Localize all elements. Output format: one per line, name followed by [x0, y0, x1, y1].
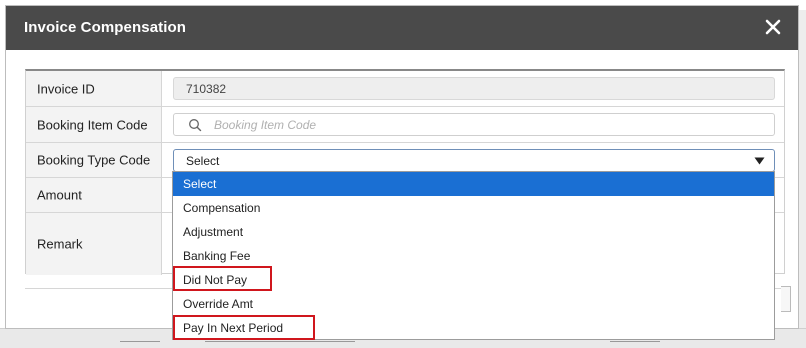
- footer-button-fragment[interactable]: [781, 286, 791, 312]
- form-row-booking-item-code: Booking Item Code Booking Item Code: [26, 107, 784, 143]
- search-icon: [189, 119, 202, 132]
- form-row-invoice-id: Invoice ID 710382: [26, 71, 784, 107]
- dialog-title: Invoice Compensation: [24, 19, 187, 36]
- dialog-header: Invoice Compensation: [6, 6, 798, 50]
- remark-label: Remark: [37, 236, 83, 252]
- booking-type-code-dropdown-list: Select Compensation Adjustment Banking F…: [172, 171, 775, 340]
- booking-item-code-search-input[interactable]: Booking Item Code: [173, 113, 775, 136]
- booking-type-code-select[interactable]: Select: [173, 149, 775, 172]
- amount-label: Amount: [37, 187, 82, 203]
- dropdown-option-did-not-pay[interactable]: Did Not Pay: [173, 268, 774, 292]
- invoice-id-value: 710382: [186, 82, 227, 96]
- dropdown-option-pay-in-next-period[interactable]: Pay In Next Period: [173, 316, 774, 340]
- close-icon: [765, 19, 781, 35]
- dropdown-option-banking-fee[interactable]: Banking Fee: [173, 244, 774, 268]
- close-button[interactable]: [762, 16, 784, 38]
- caret-down-icon: [754, 157, 765, 165]
- background-right-panel: [798, 10, 806, 328]
- dropdown-option-select[interactable]: Select: [173, 172, 774, 196]
- invoice-id-field[interactable]: 710382: [173, 77, 775, 100]
- booking-item-code-label: Booking Item Code: [37, 117, 148, 132]
- dropdown-option-adjustment[interactable]: Adjustment: [173, 220, 774, 244]
- booking-type-code-label: Booking Type Code: [37, 152, 151, 168]
- invoice-id-label: Invoice ID: [37, 81, 95, 96]
- booking-item-code-placeholder: Booking Item Code: [214, 118, 317, 132]
- dropdown-option-compensation[interactable]: Compensation: [173, 196, 774, 220]
- booking-type-code-selected-value: Select: [186, 154, 220, 168]
- dropdown-option-override-amt[interactable]: Override Amt: [173, 292, 774, 316]
